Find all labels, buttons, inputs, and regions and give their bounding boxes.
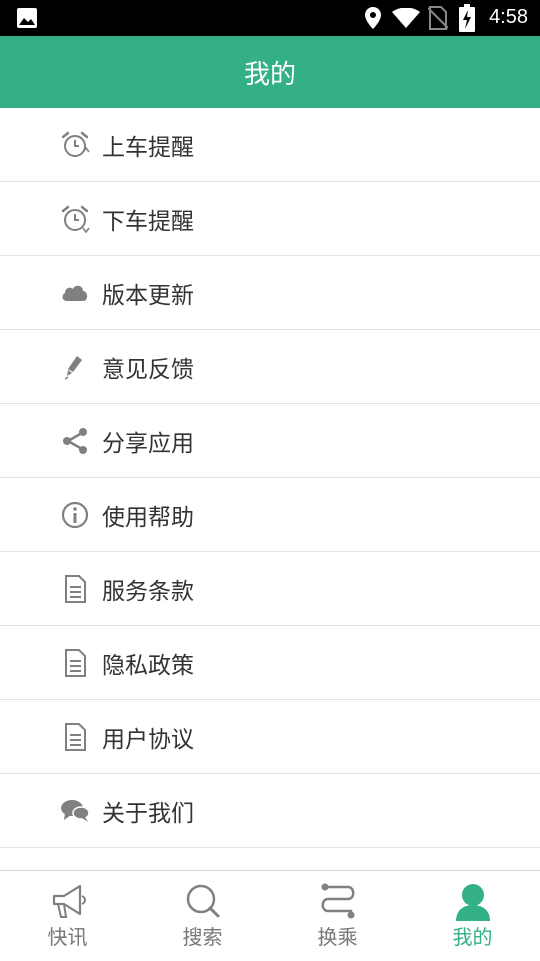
menu-item-feedback[interactable]: 意见反馈 <box>0 330 540 404</box>
info-icon <box>61 501 89 529</box>
menu-item-label: 下车提醒 <box>102 208 194 235</box>
document-icon <box>65 649 86 677</box>
menu-item-about-us[interactable]: 关于我们 <box>0 774 540 848</box>
tab-search[interactable]: 搜索 <box>135 871 270 961</box>
chat-icon <box>61 800 90 822</box>
menu-item-label: 使用帮助 <box>102 504 194 531</box>
menu-item-label: 隐私政策 <box>102 652 194 679</box>
route-icon <box>321 883 354 919</box>
tab-label: 我的 <box>452 925 493 949</box>
tab-news[interactable]: 快讯 <box>0 871 135 961</box>
status-bar: 4:58 <box>0 0 540 36</box>
tab-transfer[interactable]: 换乘 <box>270 871 405 961</box>
menu-item-label: 意见反馈 <box>102 356 194 383</box>
clock: 4:58 <box>489 6 528 28</box>
document-icon <box>65 575 86 603</box>
menu-item-alighting-reminder[interactable]: 下车提醒 <box>0 182 540 256</box>
page-title: 我的 <box>243 59 296 90</box>
tab-label: 搜索 <box>182 925 223 949</box>
person-icon <box>455 884 490 921</box>
bottom-tab-bar: 快讯 搜索 换乘 我的 <box>0 870 540 961</box>
menu-item-label: 版本更新 <box>102 282 194 309</box>
share-icon <box>63 428 87 454</box>
image-icon <box>17 8 37 28</box>
menu-item-terms-of-service[interactable]: 服务条款 <box>0 552 540 626</box>
settings-menu: 上车提醒 下车提醒 版本更新 意见反馈 分享应用 使用帮助 服务条款 隐私政策 … <box>0 108 540 870</box>
menu-item-boarding-reminder[interactable]: 上车提醒 <box>0 108 540 182</box>
megaphone-icon <box>52 884 86 918</box>
menu-item-label: 用户协议 <box>102 726 194 753</box>
tab-label: 换乘 <box>317 925 358 949</box>
wifi-icon <box>392 8 420 28</box>
menu-item-version-update[interactable]: 版本更新 <box>0 256 540 330</box>
no-sim-icon <box>428 6 448 30</box>
menu-item-label: 上车提醒 <box>102 134 194 161</box>
location-icon <box>365 7 381 29</box>
battery-charging-icon <box>459 4 475 32</box>
menu-item-share-app[interactable]: 分享应用 <box>0 404 540 478</box>
cloud-icon <box>62 285 88 301</box>
menu-item-help[interactable]: 使用帮助 <box>0 478 540 552</box>
menu-item-privacy-policy[interactable]: 隐私政策 <box>0 626 540 700</box>
document-icon <box>65 723 86 751</box>
alarm-icon <box>61 131 90 157</box>
tab-mine[interactable]: 我的 <box>405 871 540 961</box>
menu-item-label: 关于我们 <box>102 800 194 827</box>
page-header: 我的 <box>0 36 540 108</box>
search-icon <box>186 884 219 918</box>
menu-item-label: 服务条款 <box>102 578 194 605</box>
pencil-icon <box>64 356 82 380</box>
alarm-icon <box>61 205 90 234</box>
menu-item-label: 分享应用 <box>102 430 194 457</box>
tab-label: 快讯 <box>47 925 88 949</box>
menu-item-user-agreement[interactable]: 用户协议 <box>0 700 540 774</box>
